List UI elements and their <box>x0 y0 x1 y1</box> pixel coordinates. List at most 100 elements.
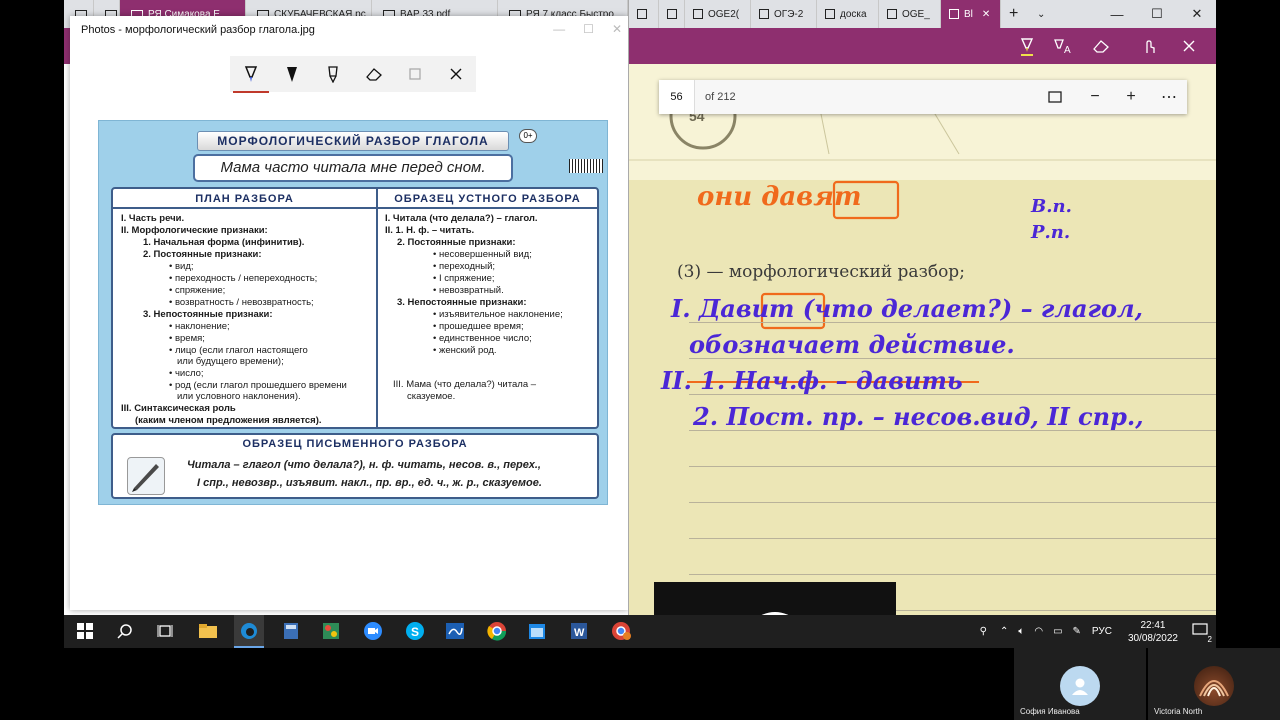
tab-label: доска <box>840 8 867 20</box>
plan-line: • переходность / непереходность; <box>169 273 318 284</box>
written-sample-line: Читала – глагол (что делала?), н. ф. чит… <box>187 459 541 471</box>
oral-line: • единственное число; <box>433 333 532 344</box>
tab-6[interactable]: Вl ✕ <box>941 0 1001 28</box>
plan-line: • спряжение; <box>169 285 226 296</box>
ink-line: 2. Пост. пр. – несов.вид, II спр., <box>693 402 1144 431</box>
calligraphy-pen-icon[interactable] <box>282 64 302 84</box>
crop-icon[interactable] <box>405 64 425 84</box>
battery-icon[interactable]: ▭ <box>1053 626 1062 637</box>
age-rating-badge: 0+ <box>519 129 537 143</box>
oral-line: • прошедшее время; <box>433 321 524 332</box>
plan-line: • время; <box>169 333 205 344</box>
plan-line: • лицо (если глагол настоящего <box>169 345 308 356</box>
participant-name: Victoria North <box>1154 707 1203 716</box>
whiteboard-icon[interactable] <box>444 620 466 642</box>
pencil-icon[interactable] <box>323 64 343 84</box>
plan-line: или будущего времени); <box>177 356 284 367</box>
calendar-icon[interactable] <box>526 620 548 642</box>
tab-actions-button[interactable] <box>629 0 659 28</box>
svg-text:W: W <box>574 627 585 639</box>
ballpoint-pen-icon[interactable] <box>232 64 269 93</box>
plan-line: • возвратность / невозвратность; <box>169 297 314 308</box>
avatar <box>1060 666 1100 706</box>
desktop-screen: РЯ Симакова Е СКУБАЧЕВСКАЯ.рс ВАР 33.pdf… <box>64 0 1216 648</box>
close-icon[interactable] <box>446 64 466 84</box>
avatar <box>1194 666 1234 706</box>
participant-tile[interactable]: София Иванова <box>1014 648 1146 720</box>
new-tab-button[interactable]: + <box>1001 0 1029 28</box>
photos-window-controls: — ☐ ✕ <box>553 22 622 36</box>
zoom-icon[interactable] <box>362 620 384 642</box>
close-icon[interactable] <box>1179 36 1199 56</box>
people-icon[interactable]: ⚲ <box>980 626 987 637</box>
ink-line: обозначает действие. <box>689 330 1015 359</box>
eraser-icon[interactable] <box>364 64 384 84</box>
eraser-icon[interactable] <box>1091 36 1111 56</box>
minimize-icon[interactable]: — <box>553 22 565 36</box>
pen-icon <box>825 9 835 19</box>
language-indicator[interactable]: РУС <box>1092 626 1112 637</box>
ruled-line <box>689 538 1216 539</box>
tab-4[interactable]: доска <box>817 0 879 28</box>
plan-line: III. Синтаксическая роль <box>121 403 236 414</box>
left-browser-window: РЯ Симакова Е СКУБАЧЕВСКАЯ.рс ВАР 33.pdf… <box>64 0 628 615</box>
notifications-icon[interactable]: 2 <box>1192 623 1212 644</box>
pen-icon <box>887 9 897 19</box>
maximize-button[interactable]: ☐ <box>1137 0 1177 28</box>
windows-start-icon[interactable] <box>74 620 96 642</box>
touch-icon[interactable] <box>1139 36 1159 56</box>
edge-icon[interactable] <box>234 615 264 648</box>
task-heading: (3) — морфологический разбор; <box>677 262 965 282</box>
skype-icon[interactable]: S <box>404 620 426 642</box>
tab-label: Вl <box>964 8 973 20</box>
tab-2[interactable]: OGE2( <box>685 0 751 28</box>
close-tab-icon[interactable]: ✕ <box>982 9 990 20</box>
barcode-icon <box>569 159 603 173</box>
chevron-up-icon[interactable]: ⌃ <box>1000 626 1008 637</box>
chrome-profile-icon[interactable] <box>610 620 632 642</box>
tab-label: OGE_ <box>902 8 930 20</box>
calculator-icon[interactable] <box>280 620 302 642</box>
pen-tray-icon[interactable]: ✎ <box>1073 626 1081 637</box>
oral-line: сказуемое. <box>407 391 456 402</box>
pdf-page[interactable]: 54 56 of 212 − + ⋯ они давят В.п. Р.п. (… <box>629 64 1216 615</box>
clock-time: 22:41 <box>1140 619 1166 631</box>
plan-line: или условного наклонения). <box>177 391 301 402</box>
plan-line: I. Часть речи. <box>121 213 185 224</box>
oral-line: I. Читала (что делала?) – глагол. <box>385 213 538 224</box>
svg-text:A: A <box>1064 45 1071 55</box>
tab-5[interactable]: OGE_ <box>879 0 941 28</box>
wifi-icon[interactable]: ◠ <box>1034 626 1043 637</box>
minimize-button[interactable]: — <box>1097 0 1137 28</box>
tab-3[interactable]: ОГЭ-2 <box>751 0 817 28</box>
text-highlight-icon[interactable]: A <box>1053 36 1073 56</box>
plan-line: • число; <box>169 368 204 379</box>
photos-draw-toolbar <box>230 56 476 93</box>
tab-1[interactable] <box>659 0 685 28</box>
highlighter-icon[interactable] <box>1017 36 1037 56</box>
poster-example-sentence: Мама часто читала мне перед сном. <box>193 154 513 182</box>
oral-line: II. 1. Н. ф. – читать. <box>385 225 475 236</box>
plan-table: ПЛАН РАЗБОРА ОБРАЗЕЦ УСТНОГО РАЗБОРА I. … <box>111 187 599 429</box>
chevron-down-icon[interactable]: ⌄ <box>1029 0 1057 28</box>
participant-tile[interactable]: Victoria North <box>1148 648 1280 720</box>
plan-line: 3. Непостоянные признаки: <box>143 309 273 320</box>
file-explorer-icon[interactable] <box>197 620 219 642</box>
tab-page-icon <box>667 9 677 19</box>
volume-icon[interactable]: 🔈︎ <box>1018 626 1024 637</box>
video-preview-thumbnail <box>654 582 896 615</box>
clock[interactable]: 22:41 30/08/2022 <box>1128 619 1178 645</box>
task-view-icon[interactable] <box>154 620 176 642</box>
close-icon[interactable]: ✕ <box>612 22 622 36</box>
svg-text:S: S <box>411 625 419 639</box>
plan-line: (каким членом предложения является). <box>135 415 322 426</box>
word-icon[interactable]: W <box>568 620 590 642</box>
pen-icon <box>759 9 769 19</box>
oral-line: • невозвратный. <box>433 285 504 296</box>
photos-window-title: Photos - морфологический разбор глагола.… <box>81 24 315 36</box>
close-window-button[interactable]: ✕ <box>1177 0 1216 28</box>
chrome-icon[interactable] <box>486 620 508 642</box>
paint-icon[interactable] <box>320 620 342 642</box>
maximize-icon[interactable]: ☐ <box>583 22 594 36</box>
search-icon[interactable] <box>114 620 136 642</box>
